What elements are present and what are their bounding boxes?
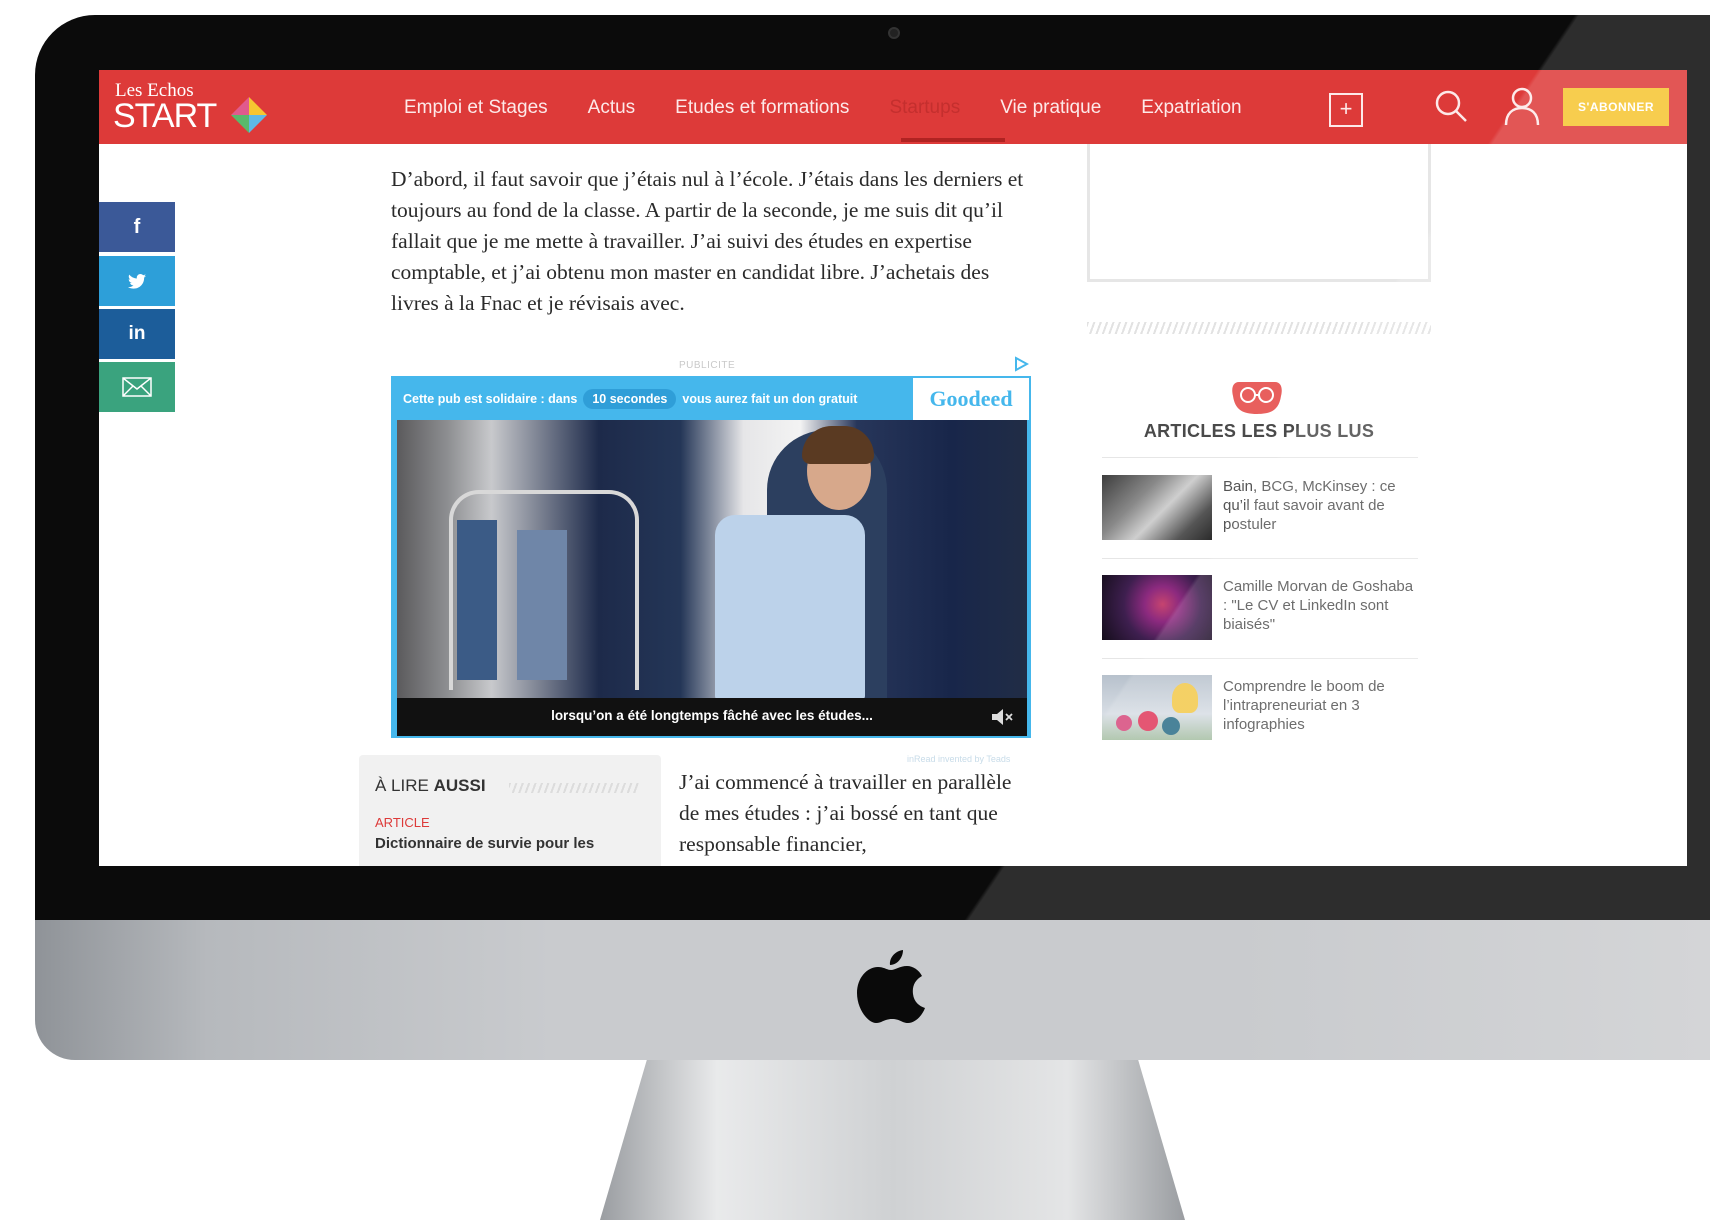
imac-stand	[600, 1060, 1185, 1220]
read-also-kicker: ARTICLE	[375, 815, 430, 830]
flower-illustration	[1162, 717, 1180, 735]
most-read-link[interactable]: Bain, BCG, McKinsey : ce qu’il faut savo…	[1223, 477, 1418, 534]
divider	[1102, 558, 1418, 559]
share-twitter-button[interactable]	[99, 256, 175, 306]
apple-logo-icon	[857, 950, 925, 1023]
active-nav-underline	[901, 138, 1005, 142]
read-also-title-bold: AUSSI	[433, 776, 486, 795]
nav-actus[interactable]: Actus	[568, 92, 656, 124]
ad-banner-prefix: Cette pub est solidaire : dans	[403, 392, 578, 406]
person-hair	[802, 426, 874, 464]
main-nav: Emploi et Stages Actus Etudes et formati…	[384, 92, 1262, 124]
ad-video-frame[interactable]	[397, 420, 1027, 698]
share-linkedin-button[interactable]: in	[99, 309, 175, 359]
ad-banner-suffix: vous aurez fait un don gratuit	[682, 392, 858, 406]
logo-diamond-icon	[231, 97, 267, 133]
most-read-item[interactable]: Bain, BCG, McKinsey : ce qu’il faut savo…	[1102, 475, 1418, 545]
read-also-title: À LIRE AUSSI	[375, 776, 486, 796]
search-icon[interactable]	[1433, 88, 1469, 124]
browser-screen: Les Echos START Emploi et Stages Actus E…	[99, 70, 1687, 866]
glasses-icon	[1232, 382, 1282, 414]
logo-start[interactable]: START	[113, 97, 217, 136]
camera-dot	[888, 27, 900, 39]
article-paragraph: D’abord, il faut savoir que j’étais nul …	[391, 167, 1024, 315]
video-ad[interactable]: Cette pub est solidaire : dans 10 second…	[391, 376, 1031, 738]
nav-startups[interactable]: Startups	[869, 92, 980, 124]
most-read-link[interactable]: Camille Morvan de Goshaba : "Le CV et Li…	[1223, 577, 1418, 634]
twitter-bird-icon	[128, 273, 146, 289]
most-read-link[interactable]: Comprendre le boom de l’intrapreneuriat …	[1223, 677, 1418, 734]
article-paragraph: J’ai commencé à travailler en parallèle …	[679, 770, 1012, 856]
nav-more-button[interactable]: +	[1329, 93, 1363, 127]
divider	[1102, 658, 1418, 659]
flower-illustration	[1116, 715, 1132, 731]
mute-icon[interactable]	[991, 708, 1013, 726]
decorative-hatch	[509, 783, 639, 793]
ad-countdown: 10 secondes	[583, 389, 677, 409]
ad-banner: Cette pub est solidaire : dans 10 second…	[393, 378, 913, 420]
held-shirt	[715, 515, 865, 698]
nav-expatriation[interactable]: Expatriation	[1121, 92, 1261, 124]
imac-mockup: Les Echos START Emploi et Stages Actus E…	[0, 0, 1710, 1220]
most-read-title: ARTICLES LES PLUS LUS	[1143, 421, 1375, 441]
hanging-clothes	[457, 520, 497, 680]
lightbulb-illustration	[1172, 683, 1198, 713]
read-also-title-light: À LIRE	[375, 776, 434, 795]
sidebar-ad-slot	[1087, 144, 1431, 282]
hanging-clothes	[517, 530, 567, 680]
read-also-link[interactable]: Dictionnaire de survie pour les	[375, 835, 594, 852]
nav-emploi-stages[interactable]: Emploi et Stages	[384, 92, 568, 124]
article-thumbnail[interactable]	[1102, 475, 1212, 540]
ad-credit[interactable]: inRead invented by Teads	[907, 754, 1010, 764]
user-account-icon[interactable]	[1503, 86, 1541, 126]
nav-etudes-formations[interactable]: Etudes et formations	[655, 92, 869, 124]
ad-brand-logo[interactable]: Goodeed	[913, 378, 1029, 420]
adchoices-play-icon[interactable]	[1013, 356, 1029, 372]
most-read-item[interactable]: Comprendre le boom de l’intrapreneuriat …	[1102, 675, 1418, 745]
article-thumbnail[interactable]	[1102, 675, 1212, 740]
mail-icon	[122, 377, 152, 397]
nav-vie-pratique[interactable]: Vie pratique	[980, 92, 1121, 124]
ad-label: PUBLICITE	[679, 360, 736, 371]
decorative-hatch	[1087, 322, 1431, 334]
divider	[1102, 457, 1418, 458]
ad-video-caption: lorsqu’on a été longtemps fâché avec les…	[397, 698, 1027, 736]
share-facebook-button[interactable]: f	[99, 202, 175, 252]
flower-illustration	[1138, 711, 1158, 731]
subscribe-button[interactable]: S'ABONNER	[1563, 88, 1669, 126]
article-thumbnail[interactable]	[1102, 575, 1212, 640]
most-read-item[interactable]: Camille Morvan de Goshaba : "Le CV et Li…	[1102, 575, 1418, 645]
read-also-box: À LIRE AUSSI ARTICLE Dictionnaire de sur…	[359, 755, 661, 866]
site-header: Les Echos START Emploi et Stages Actus E…	[99, 70, 1687, 144]
share-email-button[interactable]	[99, 362, 175, 412]
